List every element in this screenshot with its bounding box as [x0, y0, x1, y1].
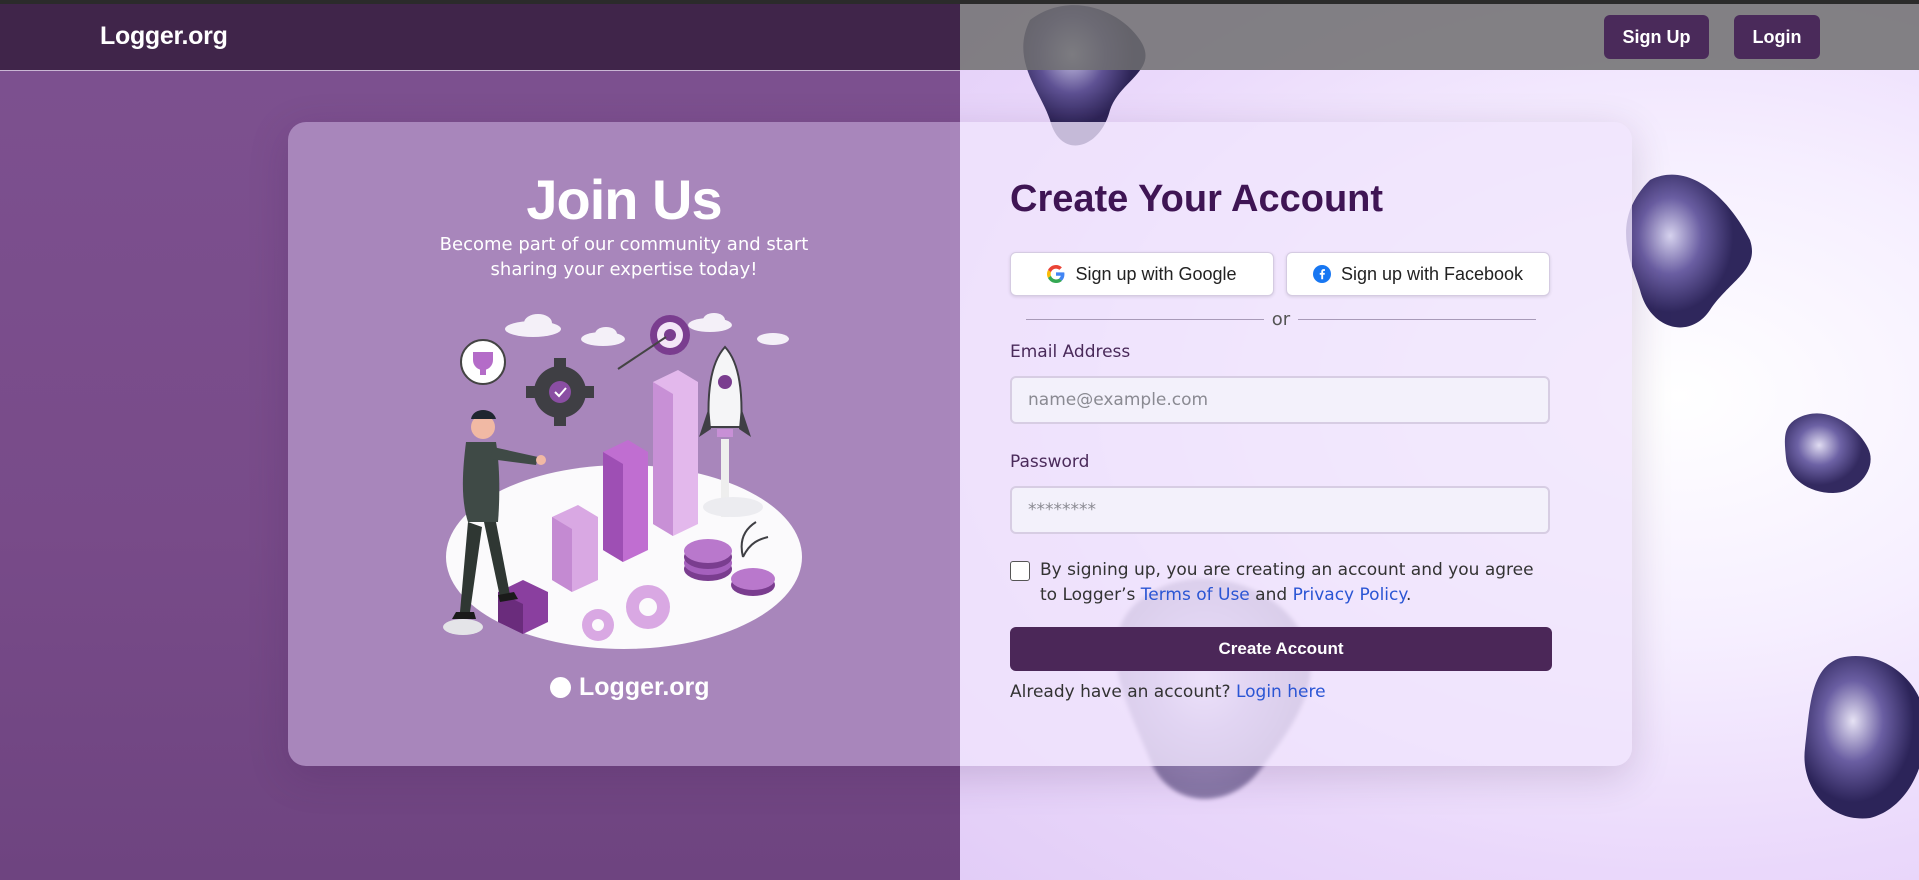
divider-line	[1298, 318, 1537, 320]
password-field[interactable]	[1010, 486, 1550, 534]
terms-suffix: .	[1406, 585, 1412, 605]
google-signup-label: Sign up with Google	[1075, 263, 1237, 284]
divider-line	[1026, 318, 1264, 320]
terms-and: and	[1255, 585, 1288, 605]
facebook-signup-button[interactable]: Sign up with Facebook	[1286, 252, 1550, 296]
divider-text: or	[1271, 308, 1291, 330]
terms-text: By signing up, you are creating an accou…	[1040, 558, 1555, 608]
password-label: Password	[1010, 452, 1090, 472]
login-here-link[interactable]: Login here	[1236, 682, 1326, 702]
promo-panel: Join Us Become part of our community and…	[288, 122, 960, 766]
create-account-button[interactable]: Create Account	[1010, 627, 1552, 671]
email-label: Email Address	[1010, 342, 1131, 362]
brand-logo[interactable]: Logger.org	[100, 22, 228, 51]
facebook-icon	[1312, 265, 1331, 283]
facebook-signup-label: Sign up with Facebook	[1340, 263, 1524, 284]
card-logo-text: Logger.org	[579, 673, 710, 701]
already-text: Already have an account?	[1010, 682, 1231, 702]
signup-button[interactable]: Sign Up	[1604, 15, 1709, 59]
promo-subtitle: Become part of our community and start s…	[439, 234, 809, 280]
or-divider: or	[1026, 308, 1537, 330]
email-field[interactable]	[1010, 376, 1550, 424]
signup-card: Join Us Become part of our community and…	[288, 122, 1632, 766]
terms-checkbox[interactable]	[1010, 561, 1030, 581]
terms-of-use-link[interactable]: Terms of Use	[1141, 585, 1250, 605]
card-logo: Logger.org	[550, 673, 710, 702]
logo-dot-icon	[550, 677, 571, 698]
growth-illustration	[443, 313, 802, 649]
navbar: Logger.org Sign Up Login	[0, 4, 1919, 71]
login-button[interactable]: Login	[1734, 15, 1820, 59]
terms-agreement: By signing up, you are creating an accou…	[1010, 558, 1555, 608]
signup-form-panel: Create Your Account Sign up with Google …	[960, 122, 1632, 766]
form-title: Create Your Account	[1010, 178, 1384, 220]
decorative-blob	[1804, 656, 1919, 819]
google-signup-button[interactable]: Sign up with Google	[1010, 252, 1274, 296]
privacy-policy-link[interactable]: Privacy Policy	[1293, 585, 1406, 605]
promo-title: Join Us	[526, 168, 722, 231]
already-have-account: Already have an account? Login here	[1010, 682, 1326, 702]
google-icon	[1047, 265, 1065, 283]
terms-prefix: By signing up, you are creating an accou…	[1040, 560, 1534, 605]
decorative-blob	[1626, 174, 1752, 328]
decorative-blob	[1784, 413, 1871, 493]
top-border	[0, 0, 1919, 4]
